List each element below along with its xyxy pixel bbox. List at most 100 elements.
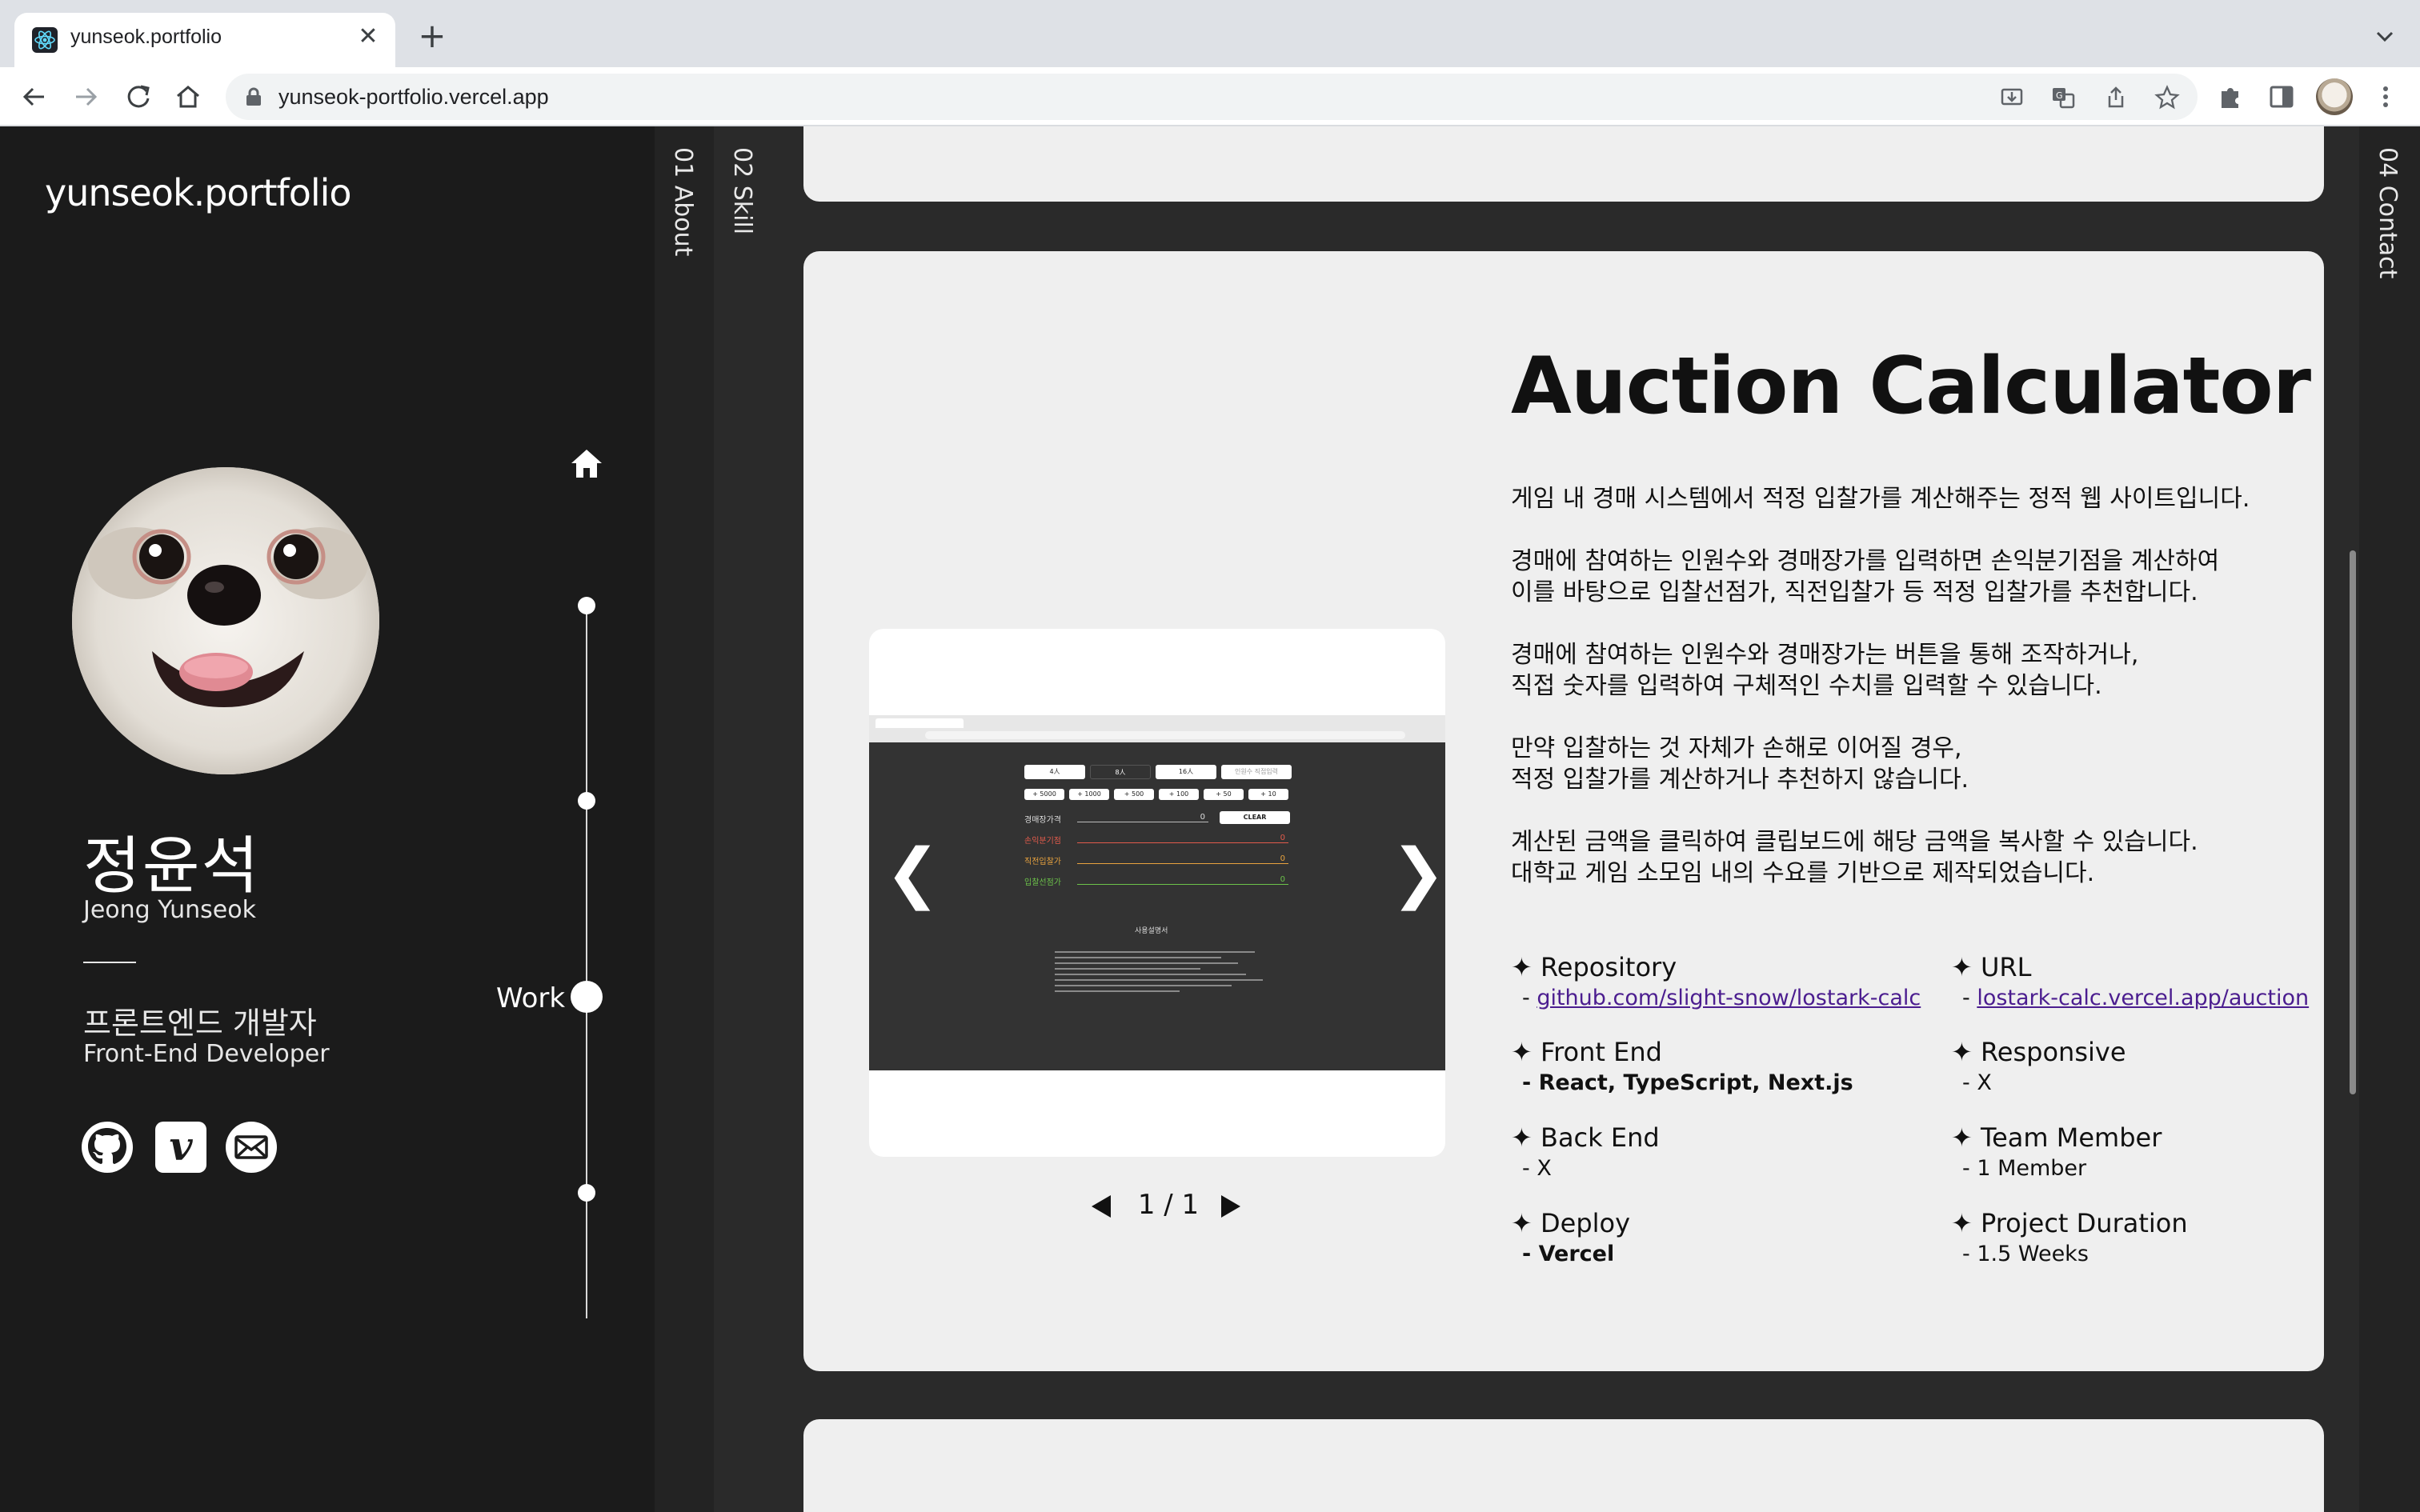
pager-count: 1 / 1 bbox=[1127, 1189, 1210, 1221]
preview-result-label: 입찰선점가 bbox=[1024, 878, 1061, 887]
project-description: 게임 내 경매 시스템에서 적정 입찰가를 계산해주는 정적 웹 사이트입니다.… bbox=[1511, 483, 2295, 920]
info-label: ✦ Repository bbox=[1511, 952, 1677, 982]
react-favicon-icon bbox=[32, 27, 58, 53]
lock-icon[interactable] bbox=[245, 87, 262, 106]
info-duration: ✦ Project Duration - 1.5 Weeks bbox=[1951, 1208, 2367, 1266]
reload-icon[interactable] bbox=[122, 80, 155, 114]
info-value: - 1.5 Weeks bbox=[1962, 1242, 2089, 1266]
translate-icon[interactable]: G bbox=[2050, 85, 2076, 110]
extensions-icon[interactable] bbox=[2215, 82, 2246, 112]
info-value: - Vercel bbox=[1522, 1242, 1615, 1266]
close-icon[interactable]: ✕ bbox=[352, 21, 384, 53]
scrollbar-thumb[interactable] bbox=[2350, 550, 2356, 1094]
pager-prev-icon[interactable] bbox=[1092, 1195, 1111, 1218]
timeline-label-work: Work bbox=[496, 982, 566, 1014]
tab-about-label: 01 About bbox=[669, 147, 697, 257]
timeline-dot[interactable] bbox=[578, 792, 595, 810]
preview-result-row: 직전입찰가 0 bbox=[1024, 854, 1288, 866]
info-value: - X bbox=[1522, 1156, 1552, 1181]
preview-price-row: 경매장가격 0 bbox=[1024, 813, 1208, 825]
profile-name-english: Jeong Yunseok bbox=[83, 896, 256, 924]
kebab-menu-icon[interactable] bbox=[2370, 82, 2401, 112]
preview-price-value: 0 bbox=[1200, 813, 1205, 822]
address-bar[interactable]: yunseok-portfolio.vercel.app G bbox=[226, 74, 2198, 120]
project-card-previous bbox=[803, 126, 2324, 202]
sidepanel-icon[interactable] bbox=[2266, 82, 2297, 112]
description-paragraph: 계산된 금액을 클릭하여 클립보드에 해당 금액을 복사할 수 있습니다. 대학… bbox=[1511, 828, 2198, 887]
divider bbox=[83, 962, 136, 963]
site-logo[interactable]: yunseok.portfolio bbox=[45, 171, 352, 214]
tab-skill-label: 02 Skill bbox=[728, 147, 756, 235]
info-frontend: ✦ Front End - React, TypeScript, Next.js bbox=[1511, 1037, 1927, 1095]
site-link[interactable]: lostark-calc.vercel.app/auction bbox=[1977, 986, 2309, 1010]
install-icon[interactable] bbox=[1999, 85, 2025, 110]
page-viewport: yunseok.portfolio 정윤석 Jeong Yunseok 프론트엔… bbox=[0, 126, 2420, 1512]
info-team: ✦ Team Member - 1 Member bbox=[1951, 1122, 2367, 1181]
preview-result-label: 직전입찰가 bbox=[1024, 858, 1061, 866]
description-paragraph: 경매에 참여하는 인원수와 경매장가를 입력하면 손익분기점을 계산하여 이를 … bbox=[1511, 547, 2220, 606]
info-repository: ✦ Repository - github.com/slight-snow/lo… bbox=[1511, 952, 1927, 1010]
repository-link[interactable]: github.com/slight-snow/lostark-calc bbox=[1537, 986, 1921, 1010]
info-value: - lostark-calc.vercel.app/auction bbox=[1962, 986, 2310, 1010]
forward-arrow-icon[interactable] bbox=[69, 80, 102, 114]
home-icon[interactable] bbox=[568, 445, 605, 482]
tab-skill[interactable]: 02 Skill bbox=[714, 126, 773, 1512]
tab-contact-label: 04 Contact bbox=[2374, 147, 2402, 279]
info-value: - React, TypeScript, Next.js bbox=[1522, 1070, 1853, 1095]
project-title: Auction Calculator bbox=[1511, 341, 2311, 432]
preview-result-value: 0 bbox=[1280, 854, 1285, 863]
info-label: ✦ Project Duration bbox=[1951, 1208, 2188, 1238]
info-url: ✦ URL - lostark-calc.vercel.app/auction bbox=[1951, 952, 2367, 1010]
preview-clear-button: CLEAR bbox=[1220, 811, 1290, 824]
info-value: - X bbox=[1962, 1070, 1992, 1095]
timeline-dot[interactable] bbox=[578, 597, 595, 614]
back-arrow-icon[interactable] bbox=[18, 80, 51, 114]
vimeo-icon[interactable]: v bbox=[155, 1122, 206, 1173]
github-icon[interactable] bbox=[82, 1122, 133, 1173]
browser-tab-strip: yunseok.portfolio ✕ + bbox=[0, 0, 2420, 67]
tab-about[interactable]: 01 About bbox=[655, 126, 714, 1512]
pager-current: 1 bbox=[1137, 1189, 1156, 1221]
preview-result-label: 손익분기점 bbox=[1024, 837, 1061, 846]
mail-icon[interactable] bbox=[226, 1122, 277, 1173]
carousel-next-button[interactable]: ❯ bbox=[1391, 835, 1445, 911]
tab-title: yunseok.portfolio bbox=[70, 26, 222, 48]
tab-contact[interactable]: 04 Contact bbox=[2359, 126, 2420, 1512]
chevron-down-icon[interactable] bbox=[2369, 21, 2401, 53]
timeline-dot-active[interactable] bbox=[571, 981, 603, 1013]
preview-notes bbox=[1055, 947, 1263, 1011]
preview-result-row: 입찰선점가 0 bbox=[1024, 875, 1288, 887]
profile-role-korean: 프론트엔드 개발자 bbox=[83, 1006, 317, 1041]
pager-next-icon[interactable] bbox=[1221, 1195, 1240, 1218]
preview-button: 4人 bbox=[1024, 765, 1085, 779]
image-carousel: 4人 8人 16人 인원수 직접입력 + 5000 + 1000 + 500 +… bbox=[869, 629, 1445, 1157]
home-icon[interactable] bbox=[171, 80, 205, 114]
profile-role-english: Front-End Developer bbox=[83, 1040, 330, 1068]
star-icon[interactable] bbox=[2154, 85, 2180, 110]
preview-amount-button: + 50 bbox=[1204, 789, 1244, 800]
info-label: ✦ Back End bbox=[1511, 1122, 1660, 1153]
preview-result-value: 0 bbox=[1280, 875, 1285, 884]
new-tab-button[interactable]: + bbox=[413, 18, 451, 56]
info-backend: ✦ Back End - X bbox=[1511, 1122, 1927, 1181]
preview-amount-button: + 100 bbox=[1159, 789, 1199, 800]
project-screenshot: 4人 8人 16人 인원수 직접입력 + 5000 + 1000 + 500 +… bbox=[869, 715, 1445, 1070]
info-label: ✦ Responsive bbox=[1951, 1037, 2126, 1067]
info-label: ✦ URL bbox=[1951, 952, 2032, 982]
browser-tab[interactable]: yunseok.portfolio ✕ bbox=[14, 13, 395, 67]
url-text[interactable]: yunseok-portfolio.vercel.app bbox=[278, 85, 549, 110]
browser-toolbar: yunseok-portfolio.vercel.app G bbox=[0, 67, 2420, 126]
info-label: ✦ Team Member bbox=[1951, 1122, 2162, 1153]
share-icon[interactable] bbox=[2103, 85, 2129, 110]
info-value: - github.com/slight-snow/lostark-calc bbox=[1522, 986, 1921, 1010]
preview-amount-button: + 10 bbox=[1248, 789, 1288, 800]
description-paragraph: 게임 내 경매 시스템에서 적정 입찰가를 계산해주는 정적 웹 사이트입니다. bbox=[1511, 485, 2250, 513]
screenshot-browser-chrome bbox=[869, 715, 1445, 742]
carousel-prev-button[interactable]: ❮ bbox=[885, 835, 940, 911]
info-label: ✦ Deploy bbox=[1511, 1208, 1631, 1238]
preview-amount-button: + 500 bbox=[1114, 789, 1154, 800]
screenshot-tab bbox=[875, 718, 964, 728]
project-card: 4人 8人 16人 인원수 직접입력 + 5000 + 1000 + 500 +… bbox=[803, 251, 2324, 1371]
timeline-dot[interactable] bbox=[578, 1184, 595, 1202]
avatar[interactable] bbox=[2316, 78, 2353, 115]
